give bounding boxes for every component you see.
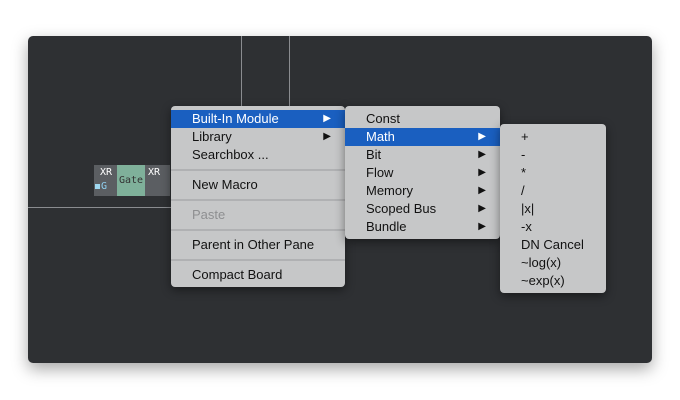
submenu-arrow-icon: ▶: [478, 203, 486, 214]
submenu-arrow-icon: ▶: [478, 185, 486, 196]
menu-item-subtract[interactable]: -: [500, 146, 606, 164]
menu-item-searchbox[interactable]: Searchbox ...: [171, 146, 345, 164]
math-submenu: + - * / |x| -x DN Cancel ~log(x) ~exp(x): [500, 124, 606, 293]
item-label: Bundle: [366, 219, 407, 234]
port-label: G: [101, 181, 108, 192]
menu-item-compact-board[interactable]: Compact Board: [171, 266, 345, 284]
submenu-arrow-icon: ▶: [478, 149, 486, 160]
wire: [28, 207, 171, 208]
item-label: Flow: [366, 165, 394, 180]
menu-item-library[interactable]: Library ▶: [171, 128, 345, 146]
separator: [171, 229, 345, 231]
menu-item-flow[interactable]: Flow ▶: [345, 164, 500, 182]
menu-item-log[interactable]: ~log(x): [500, 254, 606, 272]
menu-item-bit[interactable]: Bit ▶: [345, 146, 500, 164]
submenu-arrow-icon: ▶: [478, 221, 486, 232]
separator: [171, 169, 345, 171]
gate-module[interactable]: XR G Gate XR: [94, 165, 170, 196]
menu-item-multiply[interactable]: *: [500, 164, 606, 182]
menu-item-bundle[interactable]: Bundle ▶: [345, 218, 500, 236]
menu-item-divide[interactable]: /: [500, 182, 606, 200]
item-label: Library: [192, 129, 232, 144]
menu-item-new-macro[interactable]: New Macro: [171, 176, 345, 194]
item-label: Memory: [366, 183, 413, 198]
menu-item-parent-in-other-pane[interactable]: Parent in Other Pane: [171, 236, 345, 254]
module-name: Gate: [117, 165, 145, 196]
menu-item-memory[interactable]: Memory ▶: [345, 182, 500, 200]
context-menu: Built-In Module ▶ Library ▶ Searchbox ... …: [171, 106, 345, 287]
menu-item-scoped-bus[interactable]: Scoped Bus ▶: [345, 200, 500, 218]
wire: [289, 36, 290, 106]
menu-item-dn-cancel[interactable]: DN Cancel: [500, 236, 606, 254]
submenu-arrow-icon: ▶: [323, 113, 331, 124]
item-label: Bit: [366, 147, 382, 162]
item-label: Scoped Bus: [366, 201, 437, 216]
submenu-arrow-icon: ▶: [478, 131, 486, 142]
submenu-arrow-icon: ▶: [478, 167, 486, 178]
module-output-block[interactable]: XR: [145, 165, 170, 196]
item-label: Built-In Module: [192, 111, 279, 126]
menu-item-abs[interactable]: |x|: [500, 200, 606, 218]
separator: [171, 199, 345, 201]
item-label: Math: [366, 129, 395, 144]
menu-item-built-in-module[interactable]: Built-In Module ▶: [171, 110, 345, 128]
menu-item-exp[interactable]: ~exp(x): [500, 272, 606, 290]
module-input-block[interactable]: XR G: [94, 165, 117, 196]
port-icon[interactable]: [95, 184, 100, 189]
wire: [241, 36, 242, 106]
input-label: XR: [100, 167, 113, 178]
submenu-arrow-icon: ▶: [323, 131, 331, 142]
menu-item-paste: Paste: [192, 207, 226, 222]
menu-item-math[interactable]: Math ▶: [345, 128, 500, 146]
output-label: XR: [148, 167, 161, 178]
menu-item-add[interactable]: +: [500, 128, 606, 146]
built-in-module-submenu: Const Math ▶ Bit ▶ Flow ▶ Memory ▶ Scoped Bu…: [345, 106, 500, 239]
separator: [171, 259, 345, 261]
menu-item-negate[interactable]: -x: [500, 218, 606, 236]
menu-item-const[interactable]: Const: [345, 110, 500, 128]
